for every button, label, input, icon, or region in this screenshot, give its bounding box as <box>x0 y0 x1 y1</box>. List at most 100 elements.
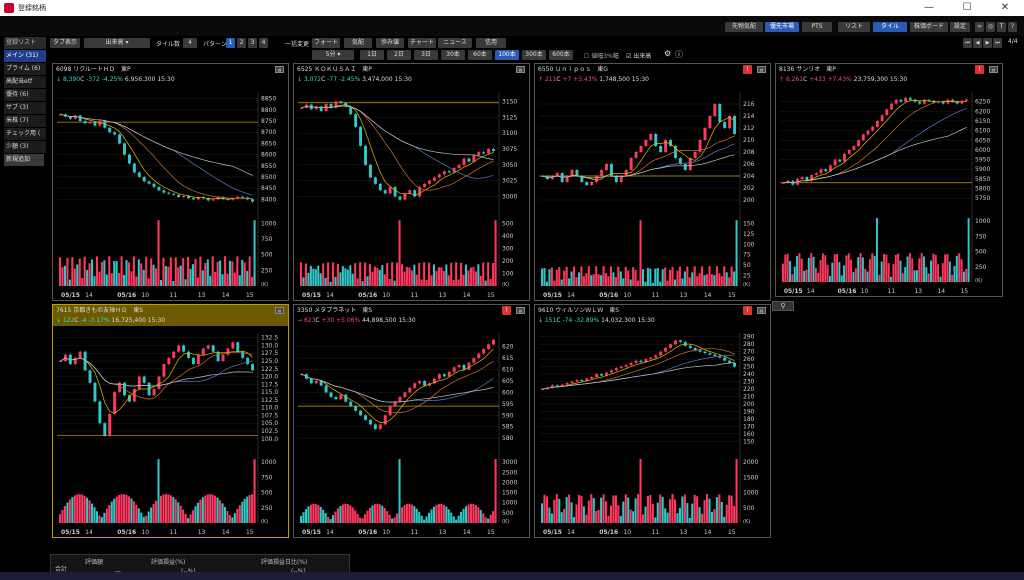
volume-bar <box>127 496 131 523</box>
search-button[interactable]: ⚲ <box>772 301 794 311</box>
tile-menu-button[interactable]: ▤ <box>757 66 766 73</box>
volume-bar <box>651 282 654 286</box>
last-page-icon[interactable]: ⏭ <box>993 38 1002 48</box>
volume-bar <box>105 508 108 523</box>
text-icon[interactable]: T <box>997 22 1006 32</box>
volume-bar <box>908 253 911 282</box>
period-5[interactable]: 100本 <box>495 50 519 60</box>
stock-tile-9610[interactable]: 9610 ウィルソンＷＬＷ 東S ▤! ↓ 151C -74 -32.89% 14,… <box>534 304 771 538</box>
volume-bar <box>953 265 956 282</box>
tile-count-input[interactable]: 4 <box>183 38 197 48</box>
volume-bar <box>590 275 593 286</box>
view-button-2[interactable]: 歩み値 <box>376 38 404 48</box>
order-select[interactable]: 出来高 ▾ <box>84 38 150 48</box>
period-7[interactable]: 600本 <box>549 50 573 60</box>
close-button[interactable]: ✕ <box>986 0 1024 16</box>
volume-bar <box>145 515 148 523</box>
view-button-0[interactable]: フォート <box>312 38 340 48</box>
settings-icon[interactable]: ⚙ <box>664 49 671 58</box>
volume-bar <box>904 267 907 282</box>
moving-average-line <box>783 107 967 184</box>
alert-icon: ! <box>743 306 752 315</box>
prev-page-icon[interactable]: ◀ <box>973 38 982 48</box>
volume-bar <box>322 509 325 523</box>
candle <box>688 345 692 348</box>
sidebar-item-3[interactable]: 高配当etf <box>4 76 46 88</box>
view-button-3[interactable]: チャート <box>408 38 436 48</box>
volume-tick-label: 500 <box>743 505 755 512</box>
stock-tile-6550[interactable]: 6550 Ｕｎｉｐｏｓ 東G ▤! ↑ 211C +7 +3.43% 1,748,5… <box>534 63 771 301</box>
top-button-2[interactable]: PTS <box>802 22 832 32</box>
sidebar-item-1[interactable]: メイン (31) <box>4 50 46 62</box>
volume-checkbox[interactable]: ☑ 出来高 <box>626 51 651 60</box>
pattern-4[interactable]: 4 <box>259 38 268 48</box>
sidebar-item-7[interactable]: チェック用 ( <box>4 128 46 140</box>
volume-bar <box>68 499 71 523</box>
sidebar-item-5[interactable]: サブ (3) <box>4 102 46 114</box>
top-button-0[interactable]: 先物気配 <box>725 22 763 32</box>
tab-display-button[interactable]: タブ表示 <box>50 38 80 48</box>
period-6[interactable]: 300本 <box>522 50 546 60</box>
tile-menu-button[interactable]: ▤ <box>275 66 284 73</box>
volume-bar <box>408 503 411 523</box>
pattern-2[interactable]: 2 <box>237 38 246 48</box>
candle <box>800 176 804 179</box>
stock-tile-6098[interactable]: 6098 リクルートＨＤ 東P ▤ ↓ 8,390C -372 -4.25% 6,9… <box>52 63 289 301</box>
volume-bar <box>351 507 354 523</box>
link-icon[interactable]: ∞ <box>975 22 984 32</box>
tile-header: 6550 Ｕｎｉｐｏｓ 東G <box>535 64 770 75</box>
x-tick-label: 05/15 <box>61 529 80 536</box>
tile-menu-button[interactable]: ▤ <box>516 66 525 73</box>
minimize-button[interactable]: — <box>910 0 948 16</box>
stock-tile-7615[interactable]: 7615 京都きもの友禅ＨＤ 東S ▤ ↓ 122C -4 -3.17% 16,72… <box>52 304 289 538</box>
first-page-icon[interactable]: ⏮ <box>963 38 972 48</box>
candle <box>693 152 697 158</box>
volume-bar <box>425 516 428 523</box>
tile-menu-button[interactable]: ▤ <box>275 307 284 314</box>
tile-menu-button[interactable]: ▤ <box>757 307 766 314</box>
view-button-4[interactable]: ニュース <box>438 38 472 48</box>
sidebar-item-6[interactable]: 米株 (7) <box>4 115 46 127</box>
view-button-1[interactable]: 気配 <box>344 38 372 48</box>
view-button-5[interactable]: 信用 <box>476 38 506 48</box>
pattern-1[interactable]: 1 <box>226 38 235 48</box>
top-button-4[interactable]: タイル <box>873 22 907 32</box>
volume-bar <box>130 271 133 286</box>
volume-bar <box>582 276 585 286</box>
sidebar-item-8[interactable]: 少額 (3) <box>4 141 46 153</box>
next-page-icon[interactable]: ▶ <box>983 38 992 48</box>
period-0[interactable]: 1日 <box>360 50 384 60</box>
interval-select[interactable]: 5分 ▾ <box>312 50 354 60</box>
tile-menu-button[interactable]: ▤ <box>989 66 998 73</box>
sidebar-item-9[interactable]: 新規追加 <box>4 154 44 166</box>
stock-tile-3350[interactable]: 3350 メタプラネット 東S ▤! → 623C +30 +5.06% 44,89… <box>293 304 530 538</box>
candle <box>349 401 353 407</box>
stock-tile-6525[interactable]: 6525 ＫＯＫＵＳＡＩ 東P ▤ ↓ 3,072C -77 -2.45% 3,47… <box>293 63 530 301</box>
candle <box>378 183 382 191</box>
top-button-3[interactable]: リスト <box>838 22 870 32</box>
top-button-6[interactable]: 設定 <box>950 22 970 32</box>
period-1[interactable]: 2日 <box>387 50 411 60</box>
candle <box>418 381 422 384</box>
volume-bar <box>479 275 482 286</box>
top-button-5[interactable]: 株価ボード <box>910 22 948 32</box>
volume-bar <box>125 260 128 286</box>
top-button-1[interactable]: 優先市場 <box>765 22 799 32</box>
limit-checkbox[interactable]: ☐ 値幅3%幅 <box>584 51 619 60</box>
tile-menu-button[interactable]: ▤ <box>516 307 525 314</box>
volume-bar <box>923 256 925 282</box>
sidebar-item-4[interactable]: 優待 (6) <box>4 89 46 101</box>
volume-bar <box>845 255 848 282</box>
volume-tick-label: 500 <box>975 249 987 256</box>
sidebar-item-2[interactable]: プライム (6) <box>4 63 46 75</box>
help-icon[interactable]: ? <box>1008 22 1017 32</box>
maximize-button[interactable]: ☐ <box>948 0 986 16</box>
camera-icon[interactable]: ◎ <box>986 22 995 32</box>
period-3[interactable]: 30本 <box>441 50 465 60</box>
period-4[interactable]: 60本 <box>468 50 492 60</box>
pattern-3[interactable]: 3 <box>248 38 257 48</box>
info-icon[interactable]: ⓘ <box>675 49 683 60</box>
period-2[interactable]: 3日 <box>414 50 438 60</box>
stock-tile-8136[interactable]: 8136 サンリオ 東P ▤! ↑ 6,261C +433 +7.43% 23,75… <box>775 63 1003 297</box>
y-tick-label: 210 <box>743 137 755 144</box>
